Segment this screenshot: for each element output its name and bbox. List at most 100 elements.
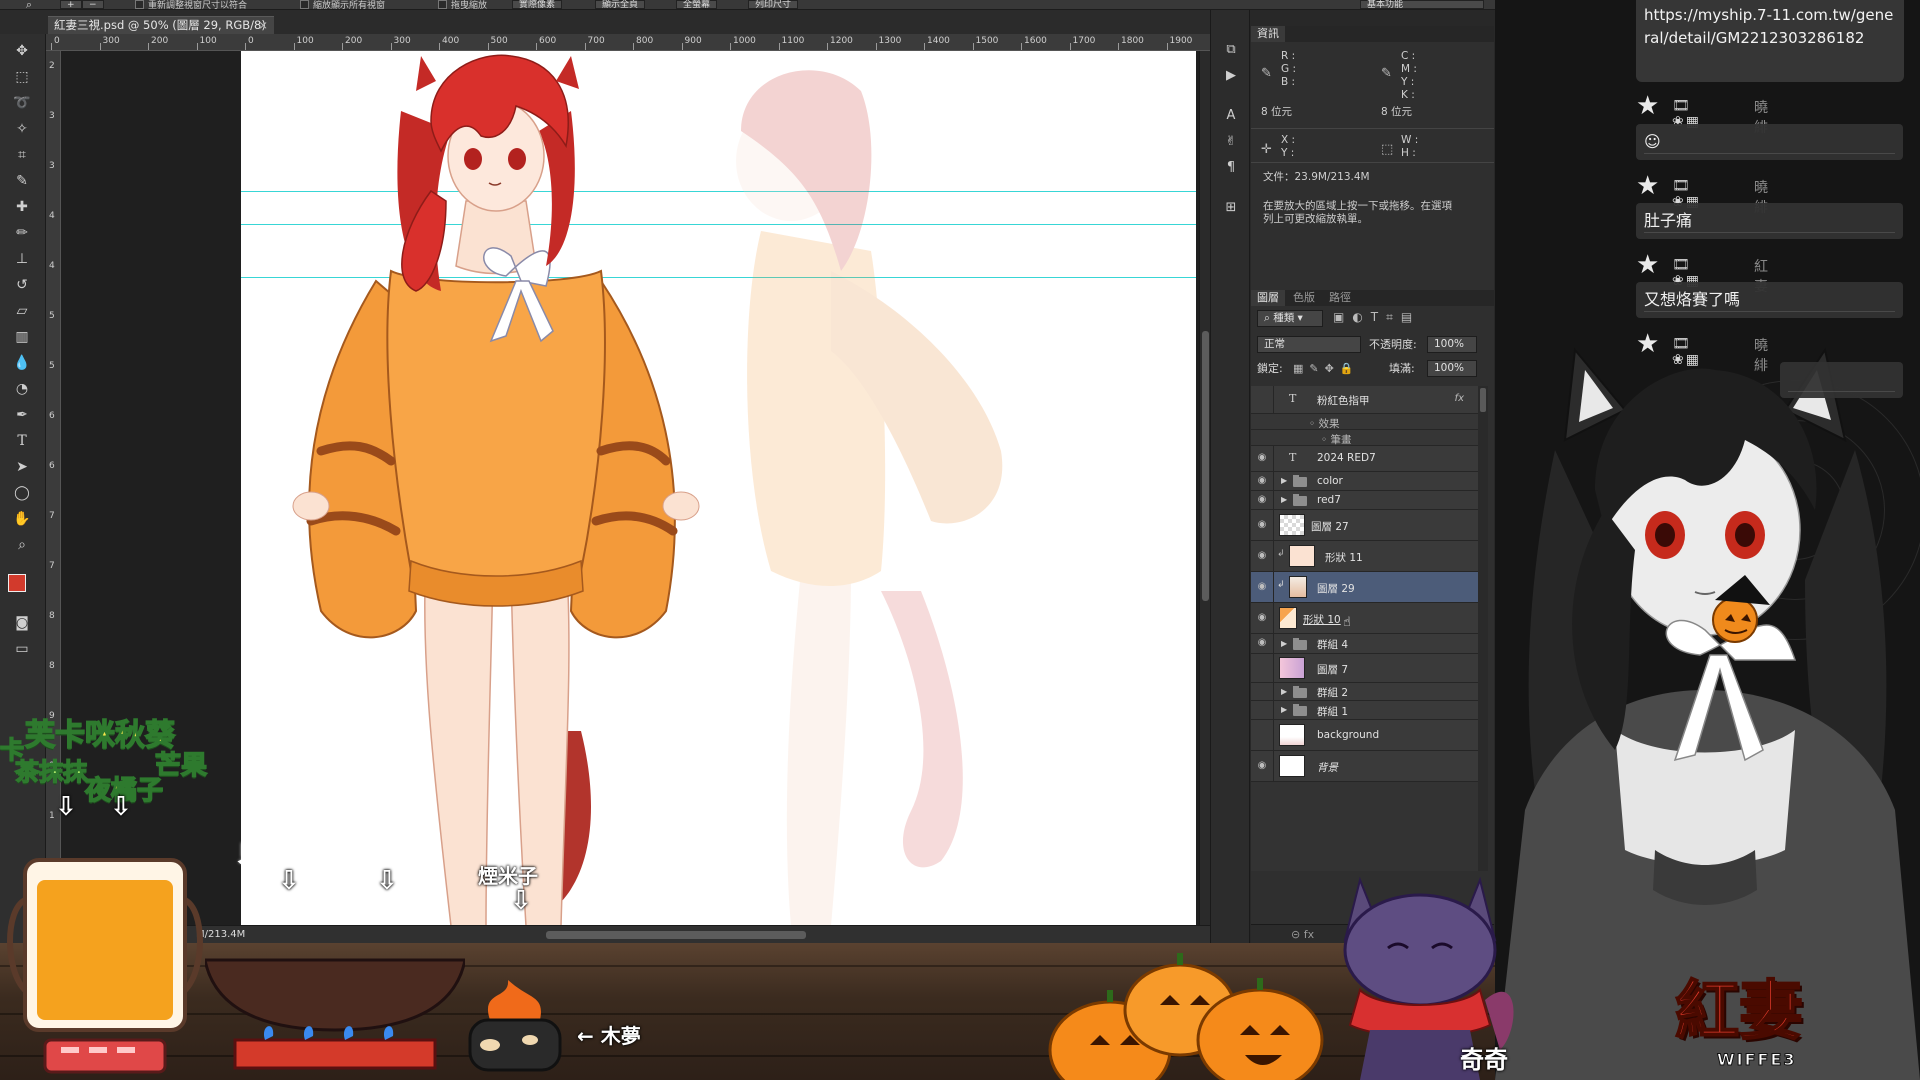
chat-message-url[interactable]: https://myship.7-11.com.tw/general/detai… [1636,0,1904,82]
foreground-color-swatch[interactable] [8,574,26,592]
layer-row[interactable]: ↲ 形狀 11 [1251,541,1478,572]
layer-row[interactable]: background [1251,720,1478,751]
visibility-toggle-on[interactable] [1255,760,1269,774]
fit-screen-button[interactable]: 顯示全頁 [595,0,646,10]
canvas-area[interactable] [61,51,1199,931]
layer-effect-stroke-row[interactable]: ◦ 筆畫 [1251,430,1478,446]
move-tool-icon[interactable]: ✥ [11,40,33,62]
zoom-tool-sidebar-icon[interactable]: ⌕ [11,534,33,556]
lasso-tool-icon[interactable]: ➰ [11,92,33,114]
ellipse-tool-icon[interactable]: ◯ [11,482,33,504]
blend-mode-select[interactable]: 正常 [1257,336,1361,353]
tab-channels[interactable]: 色版 [1287,290,1321,306]
visibility-toggle-on[interactable] [1255,519,1269,533]
zoom-in-button[interactable]: + [60,0,82,10]
workspace-switcher[interactable]: 基本功能 [1360,0,1484,10]
marquee-tool-icon[interactable]: ⬚ [11,66,33,88]
tab-paths[interactable]: 路徑 [1323,290,1357,306]
layer-row[interactable]: 形狀 10 ☝ [1251,603,1478,634]
tab-info[interactable]: 資訊 [1251,26,1285,42]
blur-tool-icon[interactable]: 💧 [11,352,33,374]
visibility-toggle-off[interactable] [1255,685,1269,699]
fill-screen-button[interactable]: 全螢幕 [676,0,718,10]
expand-arrow-icon[interactable]: ▶ [1281,687,1287,696]
print-size-button[interactable]: 列印尺寸 [748,0,799,10]
visibility-toggle-on[interactable] [1255,550,1269,564]
document-tab[interactable]: 紅妻三視.psd @ 50% (圖層 29, RGB/8) × [48,16,274,34]
horizontal-scrollbar-thumb[interactable] [546,931,806,939]
layer-row-selected[interactable]: ↲ 圖層 29 [1251,572,1478,603]
visibility-toggle-on[interactable] [1255,475,1269,489]
layer-group-row[interactable]: ▶ 群組 4 [1251,634,1478,654]
visibility-toggle-off[interactable] [1255,729,1269,743]
layer-group-row[interactable]: ▶ color [1251,472,1478,491]
opacity-input[interactable]: 100% [1427,336,1477,353]
gradient-tool-icon[interactable]: ▥ [11,326,33,348]
eraser-tool-icon[interactable]: ▱ [11,300,33,322]
layer-filter-icons[interactable]: ▣◐T⌗▤ [1333,310,1420,325]
visibility-toggle-on[interactable] [1255,612,1269,626]
brush-presets-icon[interactable]: ✌ [1221,132,1241,152]
layer-fx-icon[interactable]: fx [1455,393,1464,404]
layer-row[interactable]: 圖層 7 [1251,654,1478,683]
layer-filter-select[interactable]: ⌕ 種類 ▾ [1257,310,1323,327]
quick-mask-icon[interactable]: ◙ [11,612,33,634]
ruler-tick-label: 600 [539,36,557,46]
history-panel-icon[interactable]: ⧉ [1221,40,1241,60]
tab-layers[interactable]: 圖層 [1251,290,1285,306]
paragraph-panel-icon[interactable]: ¶ [1221,158,1241,178]
healing-brush-icon[interactable]: ✚ [11,196,33,218]
layers-footer-icons[interactable]: ⊝ fx [1291,928,1314,941]
actions-panel-icon[interactable]: ▶ [1221,66,1241,86]
character-panel-icon[interactable]: A [1221,106,1241,126]
ruler-tick-label: 1600 [1024,36,1047,46]
visibility-toggle-off[interactable] [1255,662,1269,676]
stamp-tool-icon[interactable]: ⊥ [11,248,33,270]
eyedropper-icon[interactable]: ✎ [11,170,33,192]
screen-mode-icon[interactable]: ▭ [11,638,33,660]
actual-pixels-button[interactable]: 實際像素 [512,0,563,10]
hand-tool-icon[interactable]: ✋ [11,508,33,530]
layers-scrollbar[interactable] [1478,386,1488,871]
layer-group-row[interactable]: ▶ red7 [1251,491,1478,510]
visibility-toggle-on[interactable] [1255,494,1269,508]
layer-effects-row[interactable]: ◦ 效果 [1251,414,1478,430]
visibility-toggle-off[interactable] [1255,393,1269,407]
history-brush-icon[interactable]: ↺ [11,274,33,296]
layer-row[interactable]: T 2024 RED7 [1251,446,1478,472]
path-select-icon[interactable]: ➤ [11,456,33,478]
layer-group-row[interactable]: ▶ 群組 2 [1251,683,1478,701]
properties-panel-icon[interactable]: ⊞ [1221,198,1241,218]
brush-tool-icon[interactable]: ✏ [11,222,33,244]
zoom-out-button[interactable]: − [82,0,104,10]
lock-icons[interactable]: ▦✎✥🔒 [1293,360,1360,377]
chat-username: 曉緋 [1754,338,1768,374]
ruler-tick [584,43,586,50]
expand-arrow-icon[interactable]: ▶ [1281,639,1287,648]
artboard[interactable] [241,51,1196,926]
visibility-toggle-off[interactable] [1255,704,1269,718]
fill-input[interactable]: 100% [1427,360,1477,377]
divider [1251,128,1494,129]
scrollbar-thumb[interactable] [1480,388,1486,412]
type-tool-icon[interactable]: T [11,430,33,452]
magic-wand-icon[interactable]: ✧ [11,118,33,140]
expand-arrow-icon[interactable]: ▶ [1281,495,1287,504]
zoom-options-bar: ⌕ + − 重新調整視窗尺寸以符合 縮放顯示所有視窗 拖曳縮放 實際像素 顯示全… [0,0,1495,11]
close-tab-icon[interactable]: × [258,17,268,34]
layer-row[interactable]: 圖層 27 [1251,510,1478,541]
pen-tool-icon[interactable]: ✒ [11,404,33,426]
fill-label: 填滿: [1389,362,1415,375]
scrollbar-thumb[interactable] [1202,331,1209,601]
expand-arrow-icon[interactable]: ▶ [1281,705,1287,714]
expand-arrow-icon[interactable]: ▶ [1281,476,1287,485]
layer-group-row[interactable]: ▶ 群組 1 [1251,701,1478,720]
canvas-vertical-scrollbar[interactable] [1199,51,1210,931]
layer-row[interactable]: 背景 [1251,751,1478,782]
visibility-toggle-on[interactable] [1255,637,1269,651]
dodge-tool-icon[interactable]: ◔ [11,378,33,400]
layer-row[interactable]: T 粉紅色指甲 fx [1251,386,1478,414]
visibility-toggle-on[interactable] [1255,581,1269,595]
visibility-toggle-on[interactable] [1255,452,1269,466]
crop-tool-icon[interactable]: ⌗ [11,144,33,166]
